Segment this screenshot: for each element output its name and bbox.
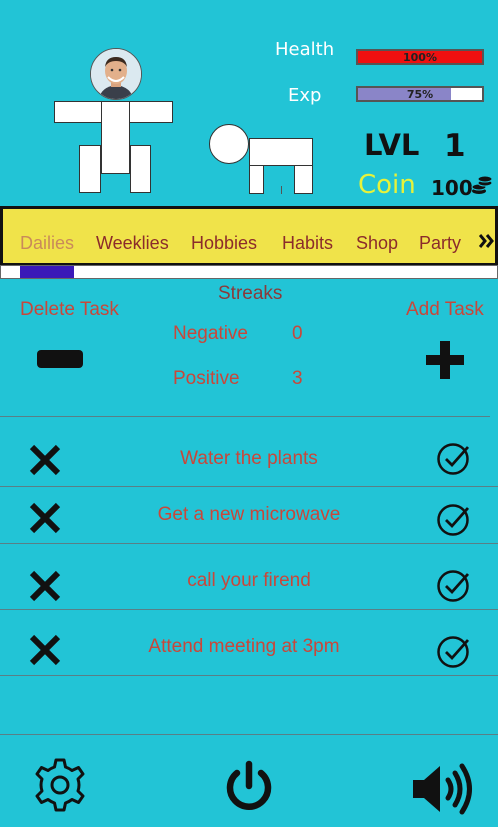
tab-weeklies[interactable]: Weeklies: [96, 233, 169, 254]
tab-habits[interactable]: Habits: [282, 233, 333, 254]
check-circle-icon[interactable]: [437, 569, 471, 603]
delete-task-label: Delete Task: [20, 299, 119, 320]
double-chevron-right-icon[interactable]: [478, 231, 495, 256]
task-text: Water the plants: [180, 448, 318, 469]
health-label: Health: [275, 39, 335, 60]
divider: [0, 734, 498, 735]
gear-icon[interactable]: [32, 757, 88, 817]
health-percent: 100%: [403, 51, 437, 64]
divider: [0, 486, 498, 487]
divider: [0, 543, 498, 544]
avatar: [90, 48, 142, 100]
level-label: LVL: [364, 128, 420, 162]
pet-head: [209, 124, 249, 164]
tab-indicator-track: [0, 265, 498, 279]
delete-task-button[interactable]: [37, 350, 83, 368]
power-icon[interactable]: [222, 760, 276, 818]
task-text: Get a new microwave: [157, 504, 341, 525]
negative-streak-label: Negative: [173, 323, 248, 344]
tab-dailies[interactable]: Dailies: [20, 233, 74, 254]
character-left-arm: [54, 101, 102, 123]
pet-front-leg: [249, 165, 264, 194]
coin-stack-icon: [471, 174, 493, 200]
add-task-button[interactable]: [426, 341, 464, 379]
character-left-leg: [79, 145, 101, 193]
character-right-leg: [130, 145, 151, 193]
coin-label: Coin: [358, 170, 416, 200]
negative-streak-value: 0: [292, 323, 303, 344]
exp-percent: 75%: [406, 88, 434, 101]
level-value: 1: [444, 128, 466, 164]
pet-body: [249, 138, 313, 166]
volume-icon[interactable]: [410, 760, 478, 822]
divider: [0, 675, 498, 676]
streaks-title: Streaks: [218, 283, 283, 304]
tab-shop[interactable]: Shop: [356, 233, 398, 254]
divider: [0, 609, 498, 610]
task-text: call your firend: [187, 570, 311, 591]
pet-tail: [281, 186, 282, 194]
positive-streak-value: 3: [292, 368, 303, 389]
health-bar: 100%: [356, 49, 484, 65]
divider: [0, 416, 490, 417]
add-task-label: Add Task: [406, 299, 484, 320]
check-circle-icon[interactable]: [437, 442, 471, 476]
task-text: Attend meeting at 3pm: [148, 636, 340, 657]
exp-label: Exp: [288, 85, 322, 106]
check-circle-icon[interactable]: [437, 503, 471, 537]
exp-bar: 75%: [356, 86, 484, 102]
tab-party[interactable]: Party: [419, 233, 461, 254]
positive-streak-label: Positive: [173, 368, 240, 389]
check-circle-icon[interactable]: [437, 635, 471, 669]
character-right-arm: [129, 101, 173, 123]
tab-bar: Dailies Weeklies Hobbies Habits Shop Par…: [0, 206, 498, 266]
pet-back-leg: [294, 165, 313, 194]
tab-hobbies[interactable]: Hobbies: [191, 233, 257, 254]
character-body: [101, 101, 130, 174]
tab-indicator: [20, 266, 74, 278]
coin-value: 100: [431, 176, 473, 200]
